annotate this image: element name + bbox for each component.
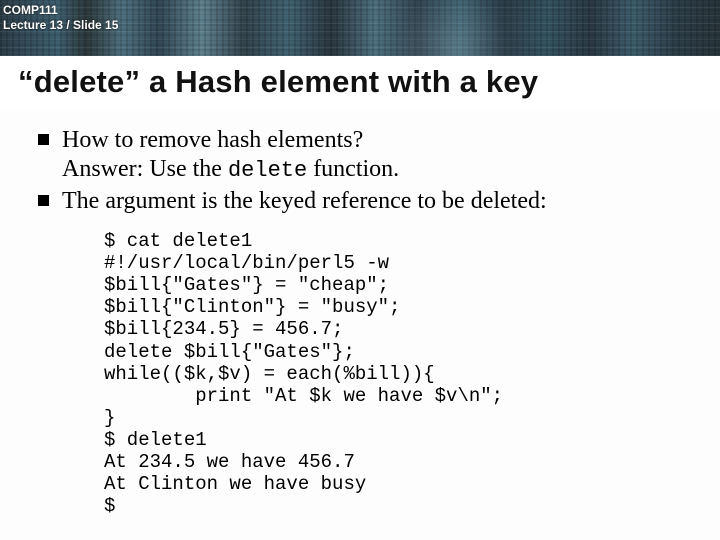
title-bar: “delete” a Hash element with a key — [0, 56, 720, 110]
bullet-list: How to remove hash elements? Answer: Use… — [32, 126, 692, 216]
code-block: $ cat delete1 #!/usr/local/bin/perl5 -w … — [104, 230, 692, 516]
lecture-slide: Lecture 13 / Slide 15 — [3, 18, 118, 33]
header-banner: COMP111 Lecture 13 / Slide 15 — [0, 0, 720, 56]
delete-keyword: delete — [228, 158, 307, 183]
bullet-1: How to remove hash elements? Answer: Use… — [32, 126, 692, 185]
bullet-1-line1: How to remove hash elements? — [62, 127, 363, 153]
bullet-1-line2: Answer: Use the delete function. — [62, 155, 692, 185]
bullet-1-line2-pre: Answer: Use the — [62, 156, 228, 182]
bullet-2: The argument is the keyed reference to b… — [32, 187, 692, 216]
course-tag: COMP111 Lecture 13 / Slide 15 — [3, 3, 118, 33]
slide-content: How to remove hash elements? Answer: Use… — [0, 110, 720, 517]
bullet-2-line1: The argument is the keyed reference to b… — [62, 188, 547, 214]
slide-title: “delete” a Hash element with a key — [18, 64, 702, 100]
bullet-1-line2-post: function. — [307, 156, 399, 182]
slide: COMP111 Lecture 13 / Slide 15 “delete” a… — [0, 0, 720, 540]
course-code: COMP111 — [3, 3, 118, 18]
